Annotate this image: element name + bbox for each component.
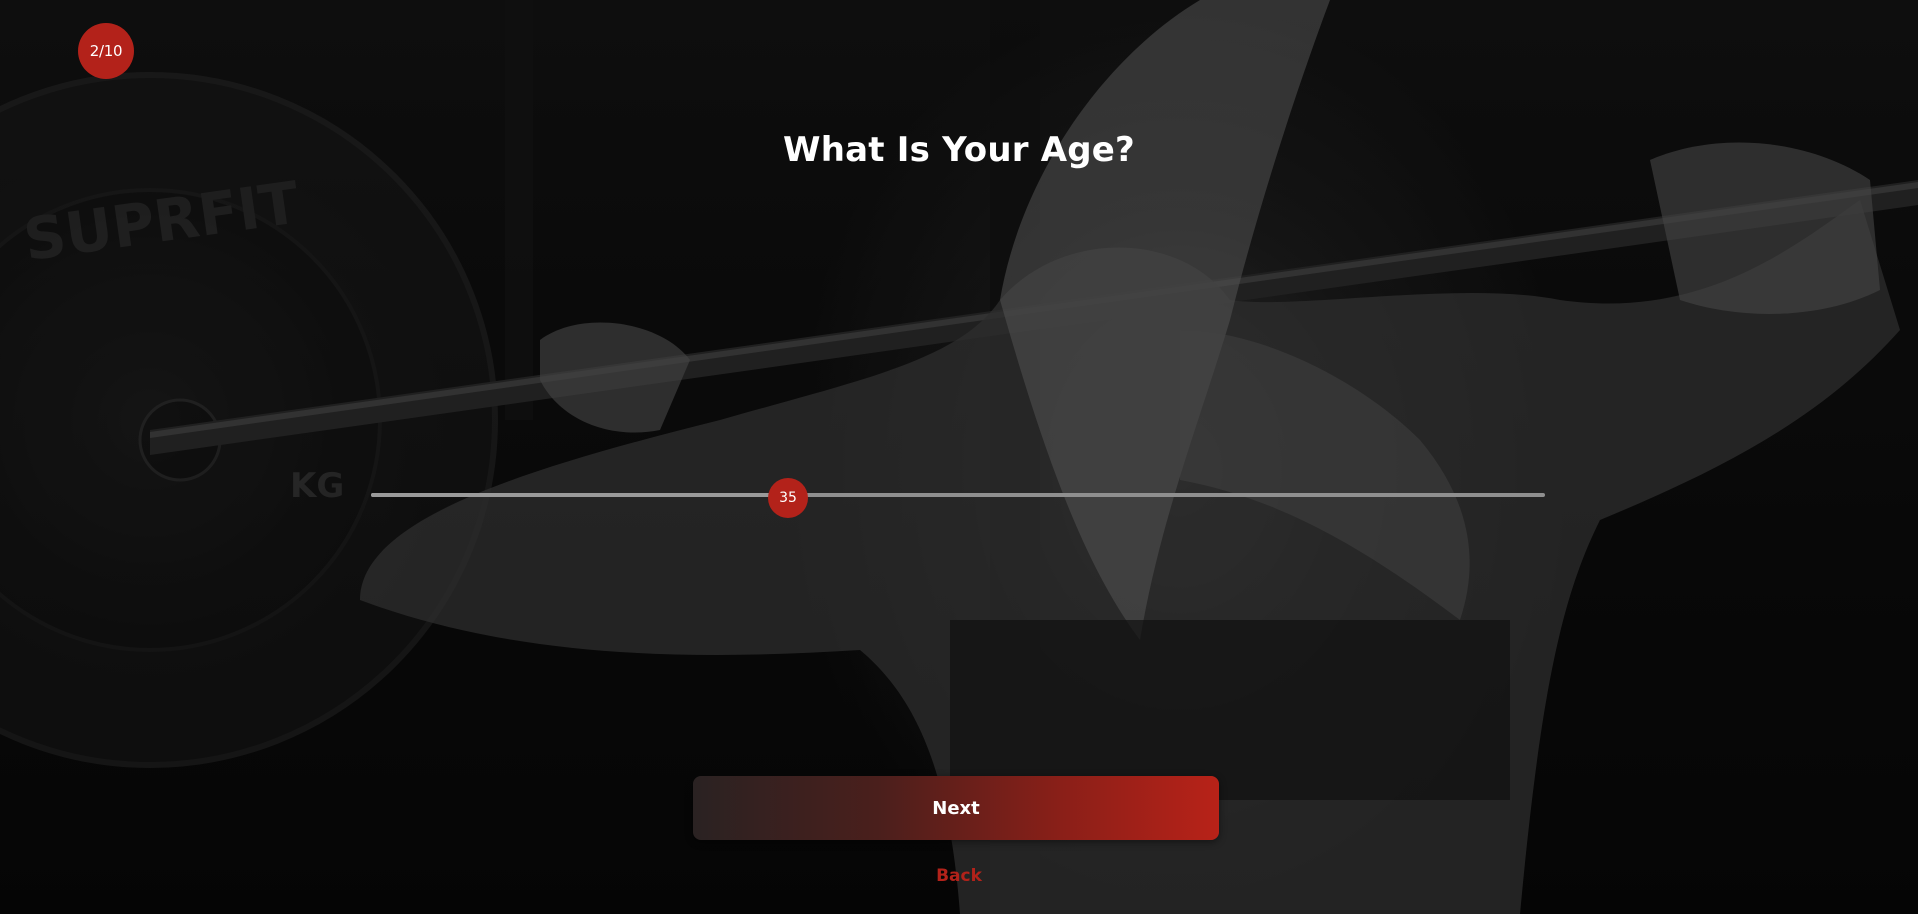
progress-label: 2/10 <box>89 42 123 60</box>
slider-value: 35 <box>779 490 797 506</box>
question-title: What Is Your Age? <box>783 130 1135 170</box>
slider-thumb[interactable]: 35 <box>768 478 808 518</box>
quiz-screen: SUPRFIT KG 2/10 What Is Your Age? 35 Nex… <box>0 0 1918 914</box>
back-link[interactable]: Back <box>0 866 1918 886</box>
slider-fill <box>371 493 788 497</box>
progress-badge: 2/10 <box>78 23 134 79</box>
age-slider[interactable]: 35 <box>371 478 1545 518</box>
next-button[interactable]: Next <box>693 776 1219 840</box>
next-button-label: Next <box>932 797 980 819</box>
